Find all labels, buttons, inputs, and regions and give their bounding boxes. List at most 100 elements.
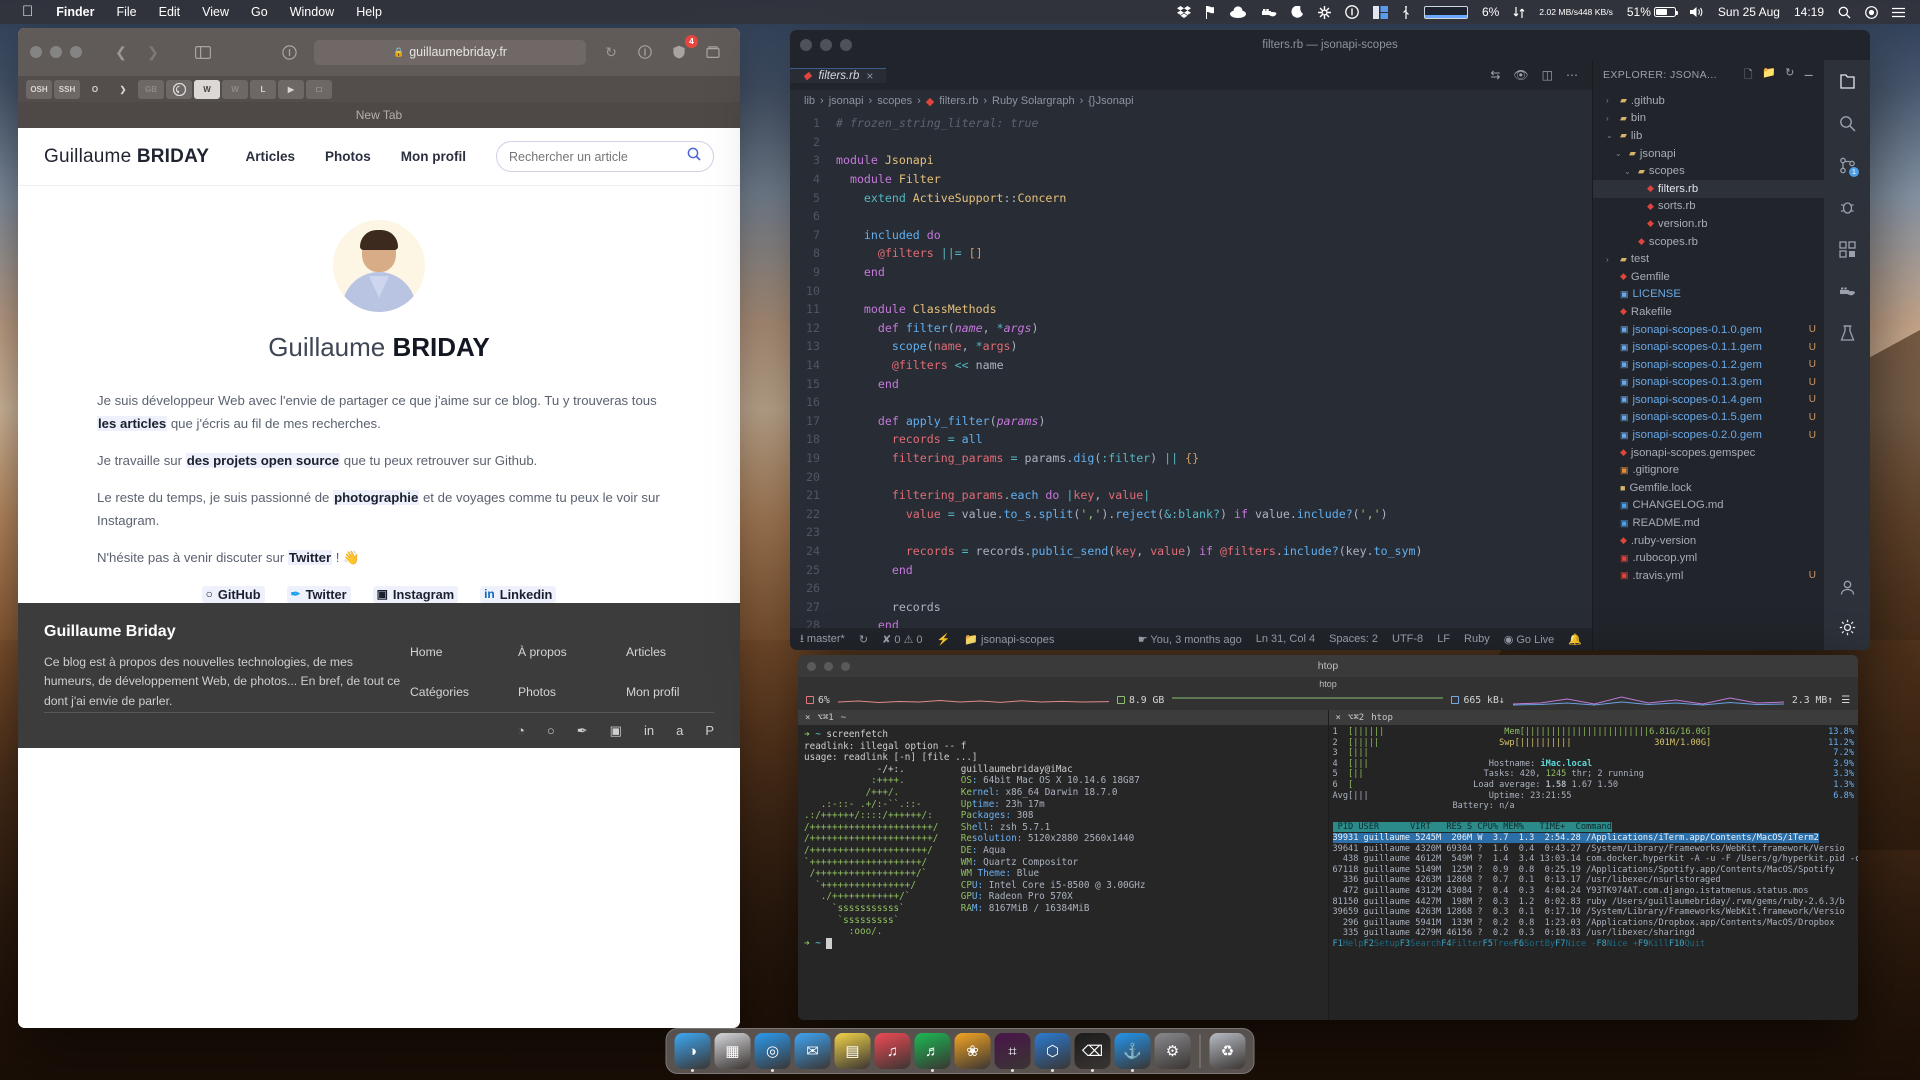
breadcrumb[interactable]: lib› jsonapi› scopes› ◆ filters.rb› Ruby…	[790, 90, 1592, 112]
footer-link-home[interactable]: Home	[410, 645, 498, 672]
social-instagram[interactable]: ▣Instagram	[373, 586, 459, 603]
grid-icon[interactable]	[1311, 0, 1338, 24]
volume-icon[interactable]	[1683, 0, 1711, 24]
moon-icon[interactable]	[1284, 0, 1311, 24]
breadcrumb-lib[interactable]: lib	[804, 95, 815, 107]
footer-link-mon-profil[interactable]: Mon profil	[626, 685, 714, 712]
explorer-item-jsonapi-scopes-0-1-0-gem[interactable]: ▣jsonapi-scopes-0.1.0.gemU	[1593, 321, 1824, 339]
iterm-pane-right[interactable]: × ⌥⌘2 htop 1 [||||||13.8%Mem[|||||||||||…	[1328, 710, 1859, 1020]
refresh-icon[interactable]: ↻	[1785, 66, 1795, 85]
menu-item-view[interactable]: View	[191, 0, 240, 24]
explorer-item-bin[interactable]: ›▰bin	[1593, 110, 1824, 128]
safari-window[interactable]: ❮ ❯ 🔒 guillaumebriday.fr ↻ 4	[18, 28, 740, 1028]
footer-link-a-propos[interactable]: À propos	[518, 645, 606, 672]
dock-iterm-icon[interactable]: ⌫	[1075, 1033, 1111, 1069]
social-links[interactable]: ○GitHub ✒Twitter ▣Instagram inLinkedin	[18, 586, 740, 603]
more-icon[interactable]: ⋯	[1566, 68, 1578, 82]
menu-date-label[interactable]: Sun 25 Aug	[1711, 0, 1787, 24]
close-button[interactable]	[30, 46, 42, 58]
favorite-w1[interactable]: W	[194, 80, 220, 99]
menu-item-finder[interactable]: Finder	[45, 0, 105, 24]
menu-item-file[interactable]: File	[105, 0, 147, 24]
editor-tab-filters-rb[interactable]: ◆ filters.rb ×	[790, 68, 886, 83]
breadcrumb-jsonapi-symbol[interactable]: {}Jsonapi	[1088, 95, 1133, 107]
cpu-graph[interactable]	[1417, 0, 1475, 24]
breadcrumb-scopes[interactable]: scopes	[877, 95, 912, 107]
instagram-icon[interactable]: ▣	[610, 723, 622, 739]
github-icon[interactable]: ○	[547, 723, 555, 739]
nav-articles[interactable]: Articles	[245, 149, 295, 164]
branch-indicator[interactable]: ⭳ master*	[800, 630, 845, 649]
status-right[interactable]: ☛ You, 3 months ago Ln 31, Col 4 Spaces:…	[1138, 633, 1582, 646]
explorer-item--rubocop-yml[interactable]: ▣.rubocop.yml	[1593, 549, 1824, 567]
settings-gear-icon[interactable]	[1834, 614, 1860, 640]
problems-indicator[interactable]: ✘ 0 ⚠ 0	[882, 633, 923, 646]
footer-link-photos[interactable]: Photos	[518, 685, 606, 712]
safari-traffic-lights[interactable]	[30, 46, 82, 58]
dropbox-icon[interactable]	[1170, 0, 1198, 24]
footer-links[interactable]: Home À propos Articles Catégories Photos…	[410, 623, 714, 712]
favorite-circle[interactable]: O	[82, 80, 108, 99]
forward-button[interactable]: ❯	[138, 40, 168, 64]
social-linkedin[interactable]: inLinkedin	[480, 586, 556, 603]
new-file-icon[interactable]: 🗋	[1744, 66, 1753, 85]
favorite-l[interactable]: L	[250, 80, 276, 99]
dock-slack-icon[interactable]: ⌗	[995, 1033, 1031, 1069]
dock-docker-icon[interactable]: ⚓	[1115, 1033, 1151, 1069]
docker-icon[interactable]	[1834, 278, 1860, 304]
maximize-button[interactable]	[70, 46, 82, 58]
battery-status[interactable]: 51%	[1620, 0, 1683, 24]
menu-item-help[interactable]: Help	[345, 0, 393, 24]
menu-time-label[interactable]: 14:19	[1787, 0, 1831, 24]
favorite-w2[interactable]: W	[222, 80, 248, 99]
site-search-box[interactable]	[496, 141, 714, 172]
chevron-icon[interactable]: ›	[1606, 114, 1616, 123]
explorer-item-jsonapi-scopes-0-1-2-gem[interactable]: ▣jsonapi-scopes-0.1.2.gemU	[1593, 356, 1824, 374]
social-github[interactable]: ○GitHub	[202, 586, 265, 603]
docker-icon[interactable]	[1253, 0, 1284, 24]
favorite-ssh[interactable]: SSH	[54, 80, 80, 99]
bio-1-link[interactable]: les articles	[97, 416, 167, 431]
explorer-item-jsonapi-scopes-0-2-0-gem[interactable]: ▣jsonapi-scopes-0.2.0.gemU	[1593, 426, 1824, 444]
explorer-icon[interactable]	[1834, 68, 1860, 94]
favorite-twitch[interactable]: □	[306, 80, 332, 99]
language-mode[interactable]: Ruby	[1464, 633, 1490, 646]
explorer-item-readme-md[interactable]: ▣README.md	[1593, 514, 1824, 532]
explorer-item-scopes[interactable]: ⌄▰scopes	[1593, 162, 1824, 180]
sync-icon[interactable]: ↻	[859, 633, 868, 646]
dock-photos-icon[interactable]: ❀	[955, 1033, 991, 1069]
siri-icon[interactable]	[1858, 0, 1885, 24]
amazon-icon[interactable]: a	[676, 723, 683, 739]
terminal-output-htop[interactable]: 1 [||||||13.8%Mem[||||||||||||||||||||||…	[1329, 725, 1859, 1020]
explorer-item-sorts-rb[interactable]: ◆sorts.rb	[1593, 198, 1824, 216]
shield-icon[interactable]: 4	[664, 40, 694, 64]
control-center-icon[interactable]	[1885, 0, 1912, 24]
favorite-gb[interactable]: GB	[138, 80, 164, 99]
favorite-chevron[interactable]: ❯	[110, 80, 136, 99]
search-icon[interactable]	[687, 147, 701, 166]
favorite-osh[interactable]: OSH	[26, 80, 52, 99]
explorer-item-license[interactable]: ▣LICENSE	[1593, 286, 1824, 304]
paypal-icon[interactable]: P	[705, 723, 714, 739]
bio-2-link[interactable]: des projets open source	[186, 453, 340, 468]
macos-dock[interactable]: ◑▦◎✉▤♫♬❀⌗⬡⌫⚓⚙♻	[666, 1028, 1255, 1074]
account-icon[interactable]	[1834, 574, 1860, 600]
dock-safari-icon[interactable]: ◎	[755, 1033, 791, 1069]
dock-trash-icon[interactable]: ♻	[1210, 1033, 1246, 1069]
vscode-status-bar[interactable]: ⭳ master* ↻ ✘ 0 ⚠ 0 ⚡ 📁 jsonapi-scopes ☛…	[790, 628, 1592, 650]
apple-menu-icon[interactable]: 	[10, 0, 45, 24]
explorer-item-gemfile[interactable]: ◆Gemfile	[1593, 268, 1824, 286]
source-control-icon[interactable]: 1	[1834, 152, 1860, 178]
toolbelt-menu-icon[interactable]: ☰	[1841, 695, 1850, 706]
explorer-item-jsonapi-scopes-0-1-3-gem[interactable]: ▣jsonapi-scopes-0.1.3.gemU	[1593, 374, 1824, 392]
layout-icon[interactable]: ◫	[1542, 68, 1553, 82]
activity-bar[interactable]: 1	[1824, 60, 1870, 650]
favorite-play[interactable]: ▶	[278, 80, 304, 99]
network-activity-icon[interactable]	[1506, 0, 1532, 24]
usb-icon[interactable]	[1395, 0, 1417, 24]
new-folder-icon[interactable]: 📁	[1762, 66, 1776, 85]
extensions-icon[interactable]	[1834, 236, 1860, 262]
explorer-item-rakefile[interactable]: ◆Rakefile	[1593, 303, 1824, 321]
bio-4-link[interactable]: Twitter	[288, 550, 332, 565]
explorer-item-jsonapi-scopes-0-1-5-gem[interactable]: ▣jsonapi-scopes-0.1.5.gemU	[1593, 409, 1824, 427]
